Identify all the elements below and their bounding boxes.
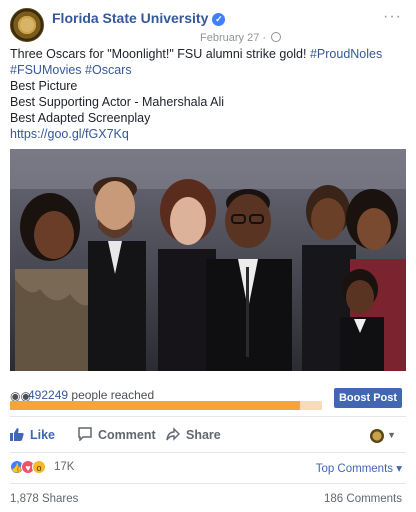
post-headline: Three Oscars for "Moonlight!" FSU alumni… — [10, 47, 307, 61]
share-icon — [166, 427, 180, 444]
wow-reaction-icon[interactable]: o — [32, 460, 46, 474]
boost-post-button[interactable]: Boost Post — [334, 388, 402, 408]
divider — [10, 483, 406, 484]
divider — [10, 416, 406, 417]
reach-progress-bar — [10, 401, 322, 410]
shares-count[interactable]: 1,878 Shares — [10, 493, 78, 505]
verified-badge-icon: ✓ — [212, 13, 226, 26]
post-date[interactable]: February 27 · — [200, 32, 266, 44]
share-label[interactable]: Share — [186, 428, 221, 442]
reach-label: people reached — [71, 388, 155, 402]
top-comments-dropdown[interactable]: Top Comments ▾ — [316, 461, 402, 475]
post-meta[interactable]: February 27 · — [200, 32, 282, 44]
reaction-count[interactable]: 17K — [54, 461, 74, 473]
reach-count[interactable]: 492249 — [28, 388, 68, 402]
post-line-best-picture: Best Picture — [10, 79, 78, 93]
hashtag-fsumovies[interactable]: #FSUMovies — [10, 63, 82, 77]
chevron-down-icon[interactable]: ▼ — [387, 430, 396, 440]
acting-as-avatar[interactable] — [370, 429, 384, 443]
share-button[interactable]: Share — [166, 427, 221, 444]
comment-label[interactable]: Comment — [98, 428, 156, 442]
like-button[interactable]: Like — [10, 427, 55, 444]
reach-text[interactable]: 492249 people reached — [28, 388, 154, 402]
post-photo[interactable] — [10, 149, 406, 371]
page-name[interactable]: Florida State University — [52, 10, 208, 26]
divider — [10, 452, 406, 453]
post-line-2: #FSUMovies #Oscars — [10, 62, 406, 78]
post-header: Florida State University ✓ February 27 · … — [10, 8, 406, 44]
oscars-celebration-photo — [10, 149, 406, 371]
comments-count[interactable]: 186 Comments — [324, 493, 402, 505]
like-label[interactable]: Like — [30, 428, 55, 442]
reach-progress-fill — [10, 401, 301, 410]
ellipsis-icon[interactable]: ··· — [383, 8, 402, 26]
page-avatar[interactable] — [10, 8, 44, 42]
post-text: Three Oscars for "Moonlight!" FSU alumni… — [10, 46, 406, 142]
post-actions: Like Comment Share ▼ — [10, 422, 406, 450]
page-name-link[interactable]: Florida State University ✓ — [52, 10, 226, 26]
hashtag-oscars[interactable]: #Oscars — [85, 63, 132, 77]
post-line-supporting-actor: Best Supporting Actor - Mahershala Ali — [10, 95, 225, 109]
post-footer: 1,878 Shares 186 Comments — [10, 491, 406, 509]
post-short-link[interactable]: https://goo.gl/fGX7Kq — [10, 126, 406, 142]
facebook-post-card: Florida State University ✓ February 27 · … — [0, 0, 416, 512]
thumbs-up-icon — [10, 427, 24, 444]
comment-button[interactable]: Comment — [78, 427, 156, 444]
reactions-row: 👍 ♥ o 17K Top Comments ▾ — [10, 459, 406, 477]
comment-icon — [78, 427, 92, 444]
post-line-adapted-screenplay: Best Adapted Screenplay — [10, 111, 151, 125]
post-line-1: Three Oscars for "Moonlight!" FSU alumni… — [10, 46, 406, 62]
globe-icon — [271, 32, 282, 42]
hashtag-proudnoles[interactable]: #ProudNoles — [310, 47, 382, 61]
